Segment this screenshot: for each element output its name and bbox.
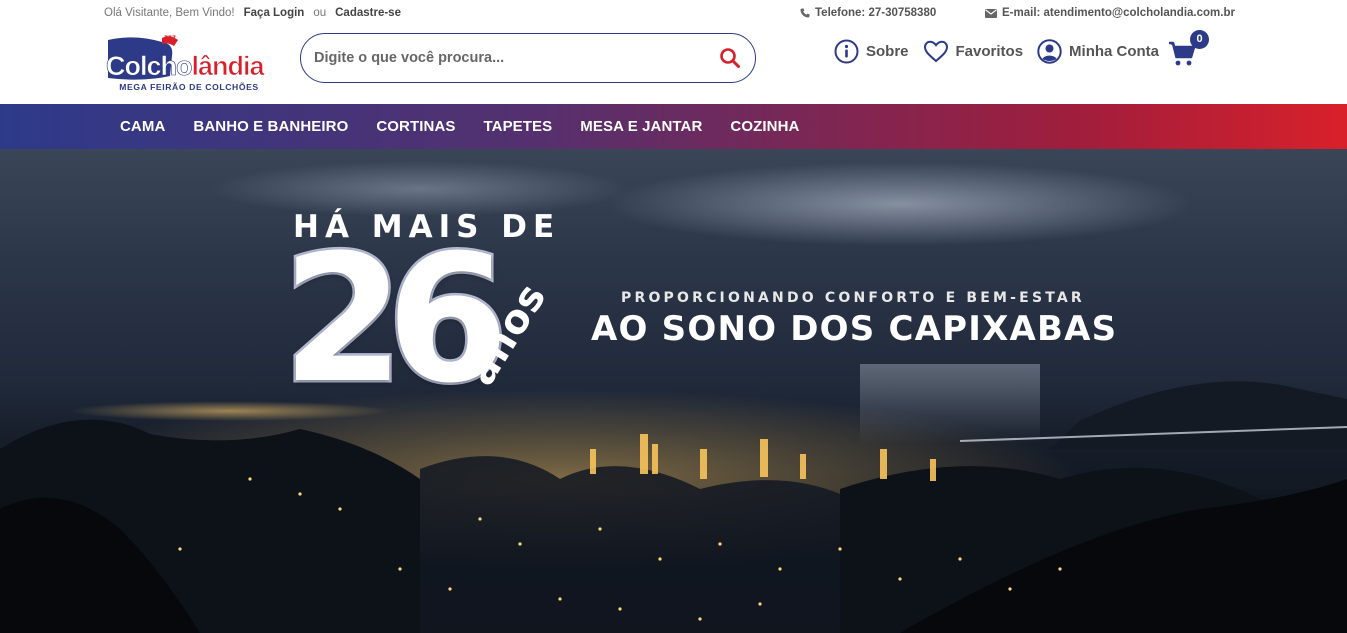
search-bar — [300, 33, 756, 83]
welcome-text: Olá Visitante, Bem Vindo! — [104, 7, 235, 19]
account-link[interactable]: Minha Conta — [1037, 39, 1159, 64]
welcome-area: Olá Visitante, Bem Vindo! Faça Login ou … — [104, 7, 401, 19]
colcholandia-logo[interactable]: zzz Colcholândia MEGA FEIRÃO DE COLCHÕES — [104, 32, 272, 94]
info-icon — [834, 39, 859, 64]
phone-icon — [800, 8, 810, 18]
account-label: Minha Conta — [1069, 43, 1160, 60]
logo-tagline: MEGA FEIRÃO DE COLCHÕES — [119, 82, 259, 92]
logo-name-part2: lândia — [192, 51, 266, 81]
user-icon — [1037, 39, 1062, 64]
search-input[interactable] — [314, 50, 694, 66]
favorites-link[interactable]: Favoritos — [923, 40, 1024, 63]
hero-title: AO SONO DOS CAPIXABAS — [591, 309, 1118, 349]
logo-name-part1: Colcho — [106, 51, 192, 81]
svg-text:Colcholândia: Colcholândia — [106, 51, 266, 81]
favorites-label: Favoritos — [955, 43, 1024, 60]
hero-subtitle: PROPORCIONANDO CONFORTO E BEM-ESTAR — [621, 290, 1085, 306]
envelope-icon — [985, 8, 997, 18]
header-actions: Sobre Favoritos Minha Conta — [834, 39, 1173, 64]
heart-icon — [923, 40, 948, 63]
register-link[interactable]: Cadastre-se — [335, 7, 401, 19]
hero-years-number: 26 — [280, 217, 512, 422]
top-bar: Olá Visitante, Bem Vindo! Faça Login ou … — [0, 0, 1347, 26]
email-info: E-mail: atendimento@colcholandia.com.br — [985, 7, 1235, 19]
hero-banner[interactable]: HÁ MAIS DE 26 anos PROPORCIONANDO CONFOR… — [0, 149, 1347, 633]
login-link[interactable]: Faça Login — [244, 7, 305, 19]
search-icon[interactable] — [719, 47, 741, 69]
nav-item-cortinas[interactable]: CORTINAS — [362, 118, 469, 135]
hero-cityscape — [0, 364, 1347, 633]
nav-item-cama[interactable]: CAMA — [106, 118, 179, 135]
nav-item-banho-e-banheiro[interactable]: BANHO E BANHEIRO — [179, 118, 362, 135]
category-nav: CAMA BANHO E BANHEIRO CORTINAS TAPETES M… — [0, 104, 1347, 149]
about-label: Sobre — [866, 43, 909, 60]
or-text: ou — [313, 7, 327, 19]
nav-item-mesa-e-jantar[interactable]: MESA E JANTAR — [566, 118, 716, 135]
email-text[interactable]: E-mail: atendimento@colcholandia.com.br — [1002, 7, 1235, 19]
cart-button[interactable]: 0 — [1168, 30, 1212, 70]
phone-text: Telefone: 27-30758380 — [815, 7, 937, 19]
nav-item-tapetes[interactable]: TAPETES — [470, 118, 567, 135]
nav-item-cozinha[interactable]: COZINHA — [716, 118, 813, 135]
about-link[interactable]: Sobre — [834, 39, 909, 64]
phone-info: Telefone: 27-30758380 — [800, 7, 936, 19]
header: zzz Colcholândia MEGA FEIRÃO DE COLCHÕES… — [0, 26, 1347, 104]
sleep-mark: zzz — [164, 33, 176, 42]
cart-count-badge: 0 — [1190, 30, 1209, 49]
